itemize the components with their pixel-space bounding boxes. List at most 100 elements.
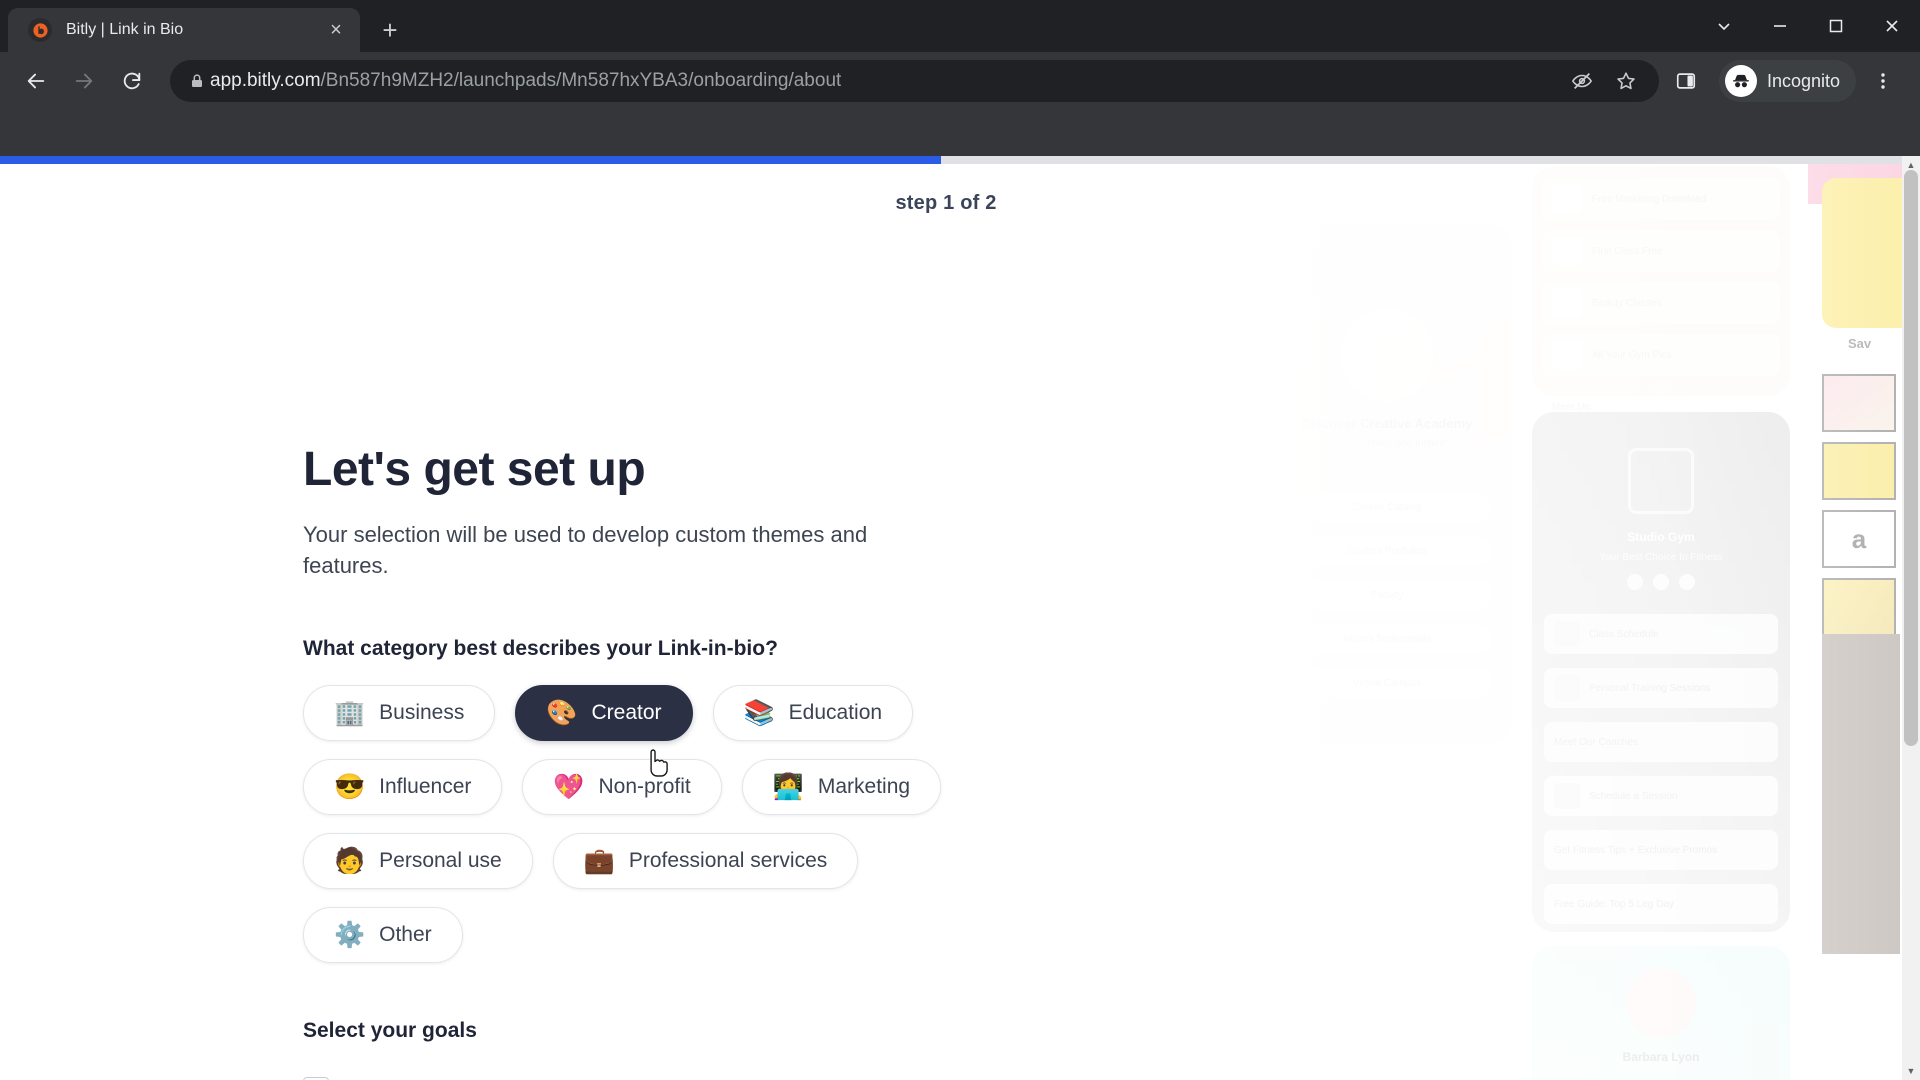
row-thumbnail <box>1552 288 1582 318</box>
category-chip-professional-services[interactable]: 💼 Professional services <box>552 833 859 890</box>
browser-window: Bitly | Link in Bio × + app.bitly.com/Bn… <box>0 0 1920 1080</box>
incognito-label: Incognito <box>1766 70 1840 91</box>
product-thumbnail <box>1822 374 1896 432</box>
product-thumbnail <box>1822 578 1896 636</box>
product-thumbnail <box>1822 646 1896 704</box>
scrollbar-thumb[interactable] <box>1904 170 1918 746</box>
gym-row-label: Free Guide: Top 5 Leg Day <box>1554 898 1674 910</box>
onboarding-progress-track <box>0 156 1920 164</box>
category-chip-business[interactable]: 🏢 Business <box>303 685 496 742</box>
photo-mosaic <box>1822 634 1900 954</box>
eye-slash-icon[interactable] <box>1563 62 1601 100</box>
list-row-label: Beauty Classes <box>1592 297 1662 309</box>
academy-row: Course Catalog <box>1282 492 1492 522</box>
incognito-icon <box>1724 65 1757 97</box>
academy-row: Virtual Campus <box>1282 668 1492 698</box>
category-emoji-icon: 👩‍💻 <box>772 772 804 801</box>
category-chip-group: 🏢 Business 🎨 Creator 📚 Education 😎 Influencer 💖 N… <box>303 685 943 964</box>
row-thumbnail <box>1554 675 1580 701</box>
list-row-label: Meet Me <box>1552 401 1591 413</box>
gym-row: Personal Training Sessions <box>1544 668 1778 708</box>
instagram-icon <box>1679 574 1695 590</box>
category-emoji-icon: ⚙️ <box>334 920 366 949</box>
page-subtitle: Your selection will be used to develop c… <box>303 522 868 579</box>
shop-label: Sav <box>1848 336 1872 351</box>
gym-row-label: Personal Training Sessions <box>1589 682 1711 694</box>
person-avatar <box>1626 968 1696 1038</box>
gym-row-label: Get Fitness Tips + Exclusive Promos <box>1554 844 1718 856</box>
browser-tab[interactable]: Bitly | Link in Bio × <box>8 8 360 52</box>
list-row: Meet Me <box>1542 386 1780 428</box>
category-chip-creator[interactable]: 🎨 Creator <box>515 685 693 742</box>
new-tab-button[interactable]: + <box>370 10 410 50</box>
minimize-to-tray-icon[interactable] <box>1696 0 1752 52</box>
gym-row: Free Guide: Top 5 Leg Day <box>1544 884 1778 924</box>
url-text: app.bitly.com/Bn587h9MZH2/launchpads/Mn5… <box>210 70 841 92</box>
category-emoji-icon: 🏢 <box>334 698 366 727</box>
url-path: /Bn587h9MZH2/launchpads/Mn587hxYBA3/onbo… <box>320 70 842 91</box>
category-emoji-icon: 🎨 <box>546 698 578 727</box>
youtube-icon <box>1627 574 1643 590</box>
academy-subtitle: Learn, Create, and Inspire <box>1328 438 1446 449</box>
row-thumbnail <box>1554 621 1580 647</box>
academy-row: Student Portfolios <box>1282 536 1492 566</box>
mouse-cursor <box>645 748 671 778</box>
preview-card-person: Barbara Lyon <box>1532 946 1790 1080</box>
gym-row: Class Schedule <box>1544 614 1778 654</box>
maximize-window-icon[interactable] <box>1808 0 1864 52</box>
page-scrollbar[interactable]: ▲ ▼ <box>1902 156 1920 1080</box>
category-chip-label: Non-profit <box>598 775 691 799</box>
facebook-icon <box>1653 574 1669 590</box>
lock-icon <box>184 73 210 89</box>
close-window-icon[interactable] <box>1864 0 1920 52</box>
incognito-profile-button[interactable]: Incognito <box>1718 60 1856 102</box>
academy-title: Discover Creative Academy <box>1301 416 1473 431</box>
row-thumbnail <box>1552 340 1582 370</box>
gym-row: Schedule a Session <box>1544 776 1778 816</box>
gym-logo-icon <box>1628 448 1694 514</box>
category-emoji-icon: 😎 <box>334 772 366 801</box>
list-row: All Your Gym Pics <box>1542 334 1780 376</box>
preview-card-gym: Studio Gym Your Best Choice In Fitness C… <box>1532 412 1790 932</box>
category-chip-label: Business <box>379 701 465 725</box>
gym-row: Get Fitness Tips + Exclusive Promos <box>1544 830 1778 870</box>
tab-strip: Bitly | Link in Bio × + <box>0 0 1920 52</box>
category-chip-label: Professional services <box>628 849 828 873</box>
gym-row-label: Class Schedule <box>1589 628 1659 640</box>
list-row: Beauty Classes <box>1542 282 1780 324</box>
category-emoji-icon: 💼 <box>583 846 615 875</box>
address-bar[interactable]: app.bitly.com/Bn587h9MZH2/launchpads/Mn5… <box>170 60 1659 102</box>
preview-card-academy: Discover Creative Academy Learn, Create,… <box>1262 224 1512 744</box>
category-chip-personal-use[interactable]: 🧑 Personal use <box>303 833 533 890</box>
category-chip-non-profit[interactable]: 💖 Non-profit <box>522 759 722 816</box>
onboarding-progress-fill <box>0 156 941 164</box>
category-emoji-icon: 💖 <box>553 772 585 801</box>
category-chip-label: Other <box>379 923 432 947</box>
page-content: Discover Creative Academy Learn, Create,… <box>0 156 1920 1080</box>
category-chip-marketing[interactable]: 👩‍💻 Marketing <box>741 759 942 816</box>
category-chip-other[interactable]: ⚙️ Other <box>303 907 463 964</box>
tab-title: Bitly | Link in Bio <box>66 21 184 38</box>
side-panel-icon[interactable] <box>1663 58 1709 104</box>
scroll-down-arrow-icon[interactable]: ▼ <box>1902 1062 1920 1080</box>
step-indicator: step 1 of 2 <box>895 192 997 214</box>
category-chip-education[interactable]: 📚 Education <box>712 685 914 742</box>
academy-row: Faculty <box>1282 580 1492 610</box>
list-row-label: First Class Free <box>1592 245 1663 257</box>
star-icon[interactable] <box>1607 62 1645 100</box>
category-emoji-icon: 📚 <box>743 698 775 727</box>
minimize-window-icon[interactable] <box>1752 0 1808 52</box>
close-tab-icon[interactable]: × <box>322 16 350 44</box>
category-chip-label: Personal use <box>379 849 502 873</box>
back-button[interactable] <box>14 59 58 103</box>
category-chip-label: Marketing <box>817 775 911 799</box>
category-chip-influencer[interactable]: 😎 Influencer <box>303 759 503 816</box>
bitly-logo-icon <box>28 18 52 42</box>
gym-tagline: Your Best Choice In Fitness <box>1599 552 1723 563</box>
kebab-menu-icon[interactable] <box>1860 58 1906 104</box>
preview-background-decoration: Discover Creative Academy Learn, Create,… <box>1260 164 1920 1080</box>
reload-button[interactable] <box>110 59 154 103</box>
window-controls <box>1696 0 1920 52</box>
gym-row-label: Schedule a Session <box>1589 790 1678 802</box>
page-title: Let's get set up <box>303 443 646 496</box>
